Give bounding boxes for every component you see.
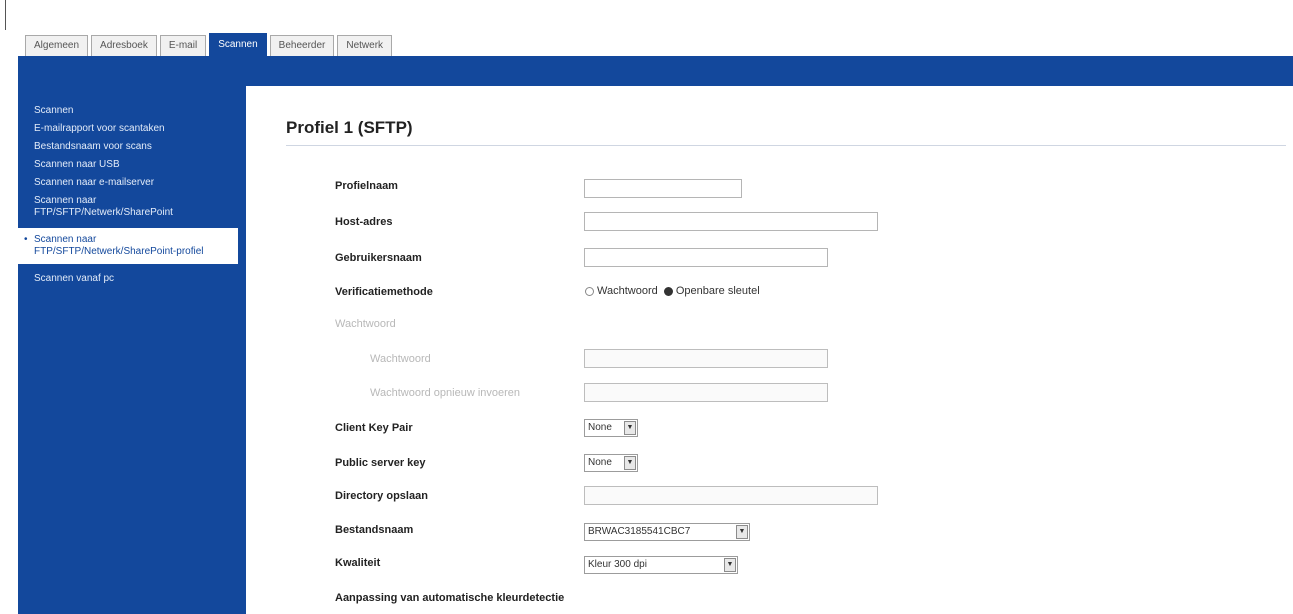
password-label: Wachtwoord xyxy=(370,353,431,365)
quality-select[interactable]: Kleur 300 dpi ▼ xyxy=(584,556,738,574)
public-server-key-value: None xyxy=(588,457,612,468)
tab-netwerk[interactable]: Netwerk xyxy=(337,35,393,56)
page-title: Profiel 1 (SFTP) xyxy=(286,118,413,137)
title-divider xyxy=(286,145,1286,146)
username-label: Gebruikersnaam xyxy=(335,252,422,264)
auth-password-radio[interactable] xyxy=(585,286,594,296)
filename-label: Bestandsnaam xyxy=(335,524,414,536)
password-confirm-label: Wachtwoord opnieuw invoeren xyxy=(370,387,521,399)
password-field[interactable] xyxy=(584,349,828,368)
client-key-pair-select[interactable]: None ▼ xyxy=(584,419,638,437)
sidebar-item-scan-ftp-profile[interactable]: Scannen naar FTP/SFTP/Netwerk/SharePoint… xyxy=(18,228,238,264)
profile-name-label: Profielnaam xyxy=(335,180,398,192)
window-edge xyxy=(5,0,6,30)
sidebar-item-scannen[interactable]: Scannen xyxy=(18,102,238,120)
sidebar-item-scan-pc[interactable]: Scannen vanaf pc xyxy=(18,270,238,288)
auth-key-radio[interactable] xyxy=(663,286,673,296)
tab-adresboek[interactable]: Adresboek xyxy=(91,35,157,56)
username-field[interactable] xyxy=(584,248,828,267)
tab-scannen[interactable]: Scannen xyxy=(209,33,267,56)
sidebar-item-scan-usb[interactable]: Scannen naar USB xyxy=(18,156,238,174)
sidebar-item-filename[interactable]: Bestandsnaam voor scans xyxy=(18,138,238,156)
filename-value: BRWAC3185541CBC7 xyxy=(588,526,691,537)
sidebar: Scannen E-mailrapport voor scantaken Bes… xyxy=(18,84,238,614)
quality-value: Kleur 300 dpi xyxy=(588,559,647,570)
profile-name-field[interactable] xyxy=(584,179,742,198)
password-section-label: Wachtwoord xyxy=(335,318,396,330)
client-key-pair-value: None xyxy=(588,422,612,433)
chevron-down-icon: ▼ xyxy=(736,525,748,539)
tab-algemeen[interactable]: Algemeen xyxy=(25,35,89,56)
sidebar-item-email-report[interactable]: E-mailrapport voor scantaken xyxy=(18,120,238,138)
tab-beheerder[interactable]: Beheerder xyxy=(269,35,335,56)
auto-color-detection-label: Aanpassing van automatische kleurdetecti… xyxy=(335,592,565,604)
public-server-key-label: Public server key xyxy=(335,457,426,469)
auth-method-radio-group: Wachtwoord Openbare sleutel xyxy=(585,285,760,297)
sidebar-item-scan-email-server[interactable]: Scannen naar e-mailserver xyxy=(18,174,238,192)
tab-email[interactable]: E-mail xyxy=(159,35,207,56)
password-confirm-field[interactable] xyxy=(584,383,828,402)
directory-field[interactable] xyxy=(584,486,878,505)
tab-bar: Algemeen Adresboek E-mail Scannen Beheer… xyxy=(25,33,395,56)
chevron-down-icon: ▼ xyxy=(624,456,636,470)
chevron-down-icon: ▼ xyxy=(724,558,736,572)
host-address-label: Host-adres xyxy=(335,216,393,228)
client-key-pair-label: Client Key Pair xyxy=(335,422,413,434)
chevron-down-icon: ▼ xyxy=(624,421,636,435)
host-address-field[interactable] xyxy=(584,212,878,231)
auth-method-label: Verificatiemethode xyxy=(335,286,433,298)
auth-key-option[interactable]: Openbare sleutel xyxy=(676,285,760,297)
header-band xyxy=(18,56,1293,84)
auth-password-option[interactable]: Wachtwoord xyxy=(597,285,658,297)
directory-label: Directory opslaan xyxy=(335,490,428,502)
filename-select[interactable]: BRWAC3185541CBC7 ▼ xyxy=(584,523,750,541)
quality-label: Kwaliteit xyxy=(335,557,381,569)
public-server-key-select[interactable]: None ▼ xyxy=(584,454,638,472)
sidebar-item-scan-ftp[interactable]: Scannen naar FTP/SFTP/Netwerk/SharePoint xyxy=(18,192,238,222)
